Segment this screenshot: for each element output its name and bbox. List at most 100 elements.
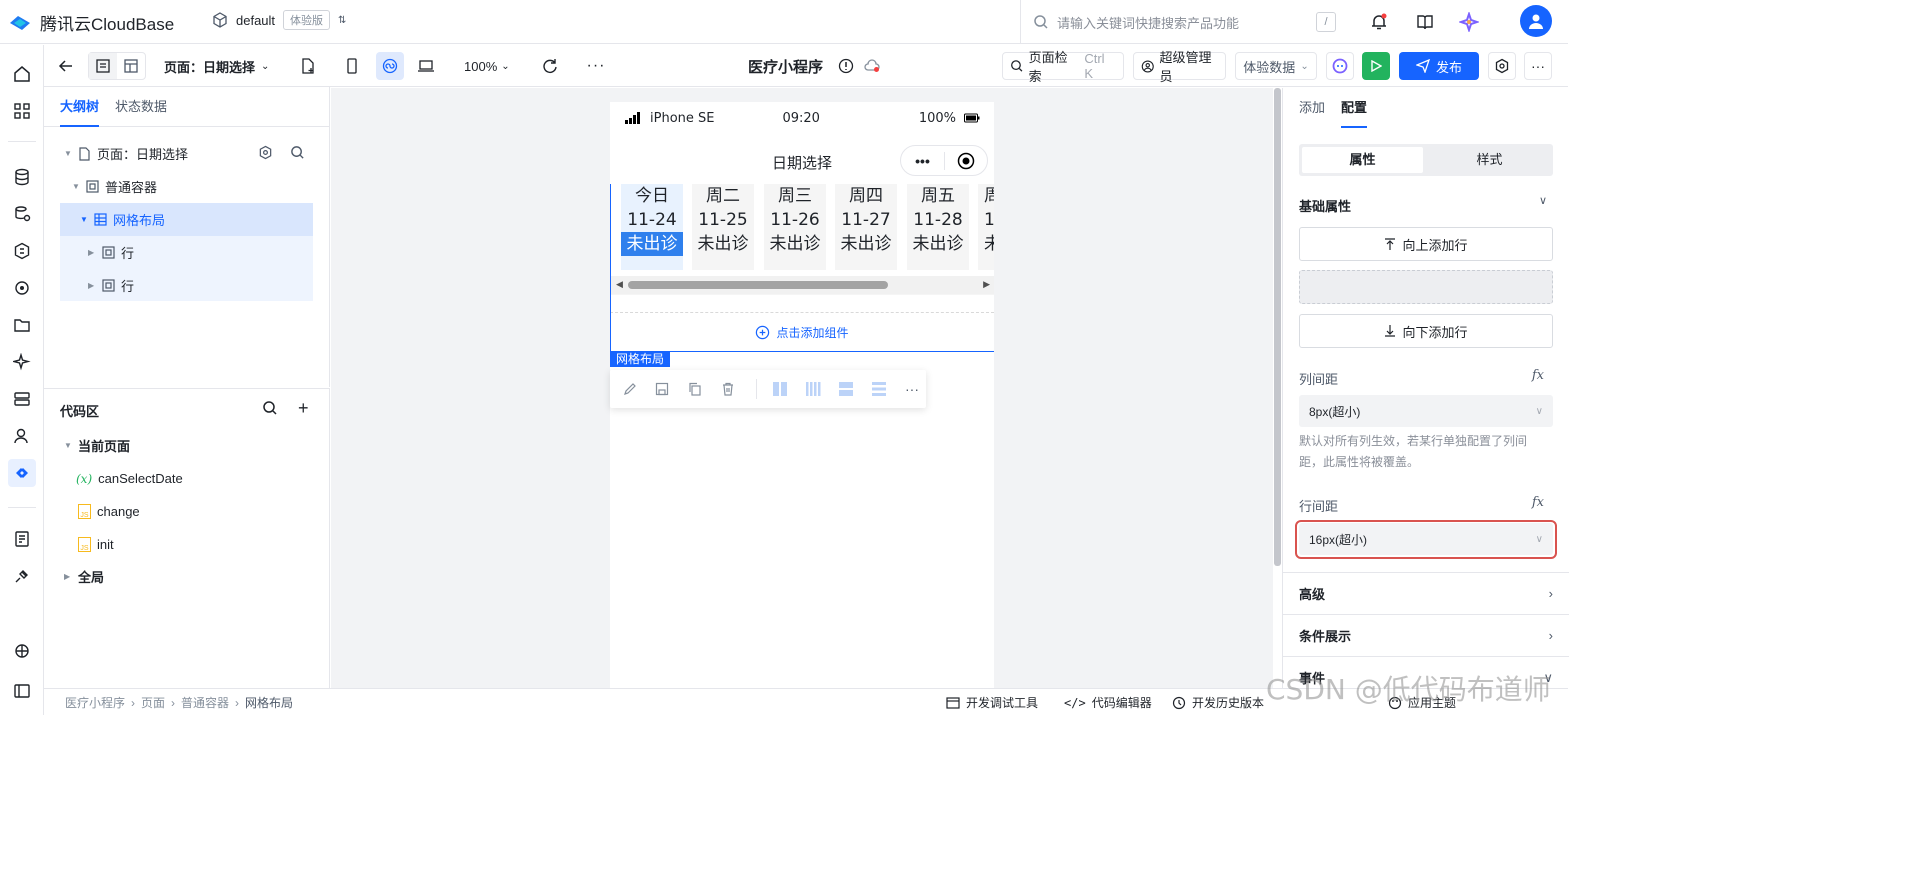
basic-props-title[interactable]: 基础属性 bbox=[1299, 196, 1351, 215]
settings-button[interactable] bbox=[1488, 52, 1516, 80]
edit-pencil-icon[interactable] bbox=[620, 379, 640, 399]
capsule-close-icon[interactable] bbox=[945, 152, 987, 170]
data-model-icon[interactable] bbox=[10, 202, 34, 226]
global-search[interactable]: 请输入关键词快捷搜索产品功能 / bbox=[1020, 0, 1346, 44]
advanced-section[interactable]: 高级 › bbox=[1283, 572, 1569, 614]
conditional-section[interactable]: 条件展示 › bbox=[1283, 614, 1569, 656]
add-row-below-button[interactable]: 向下添加行 bbox=[1299, 314, 1553, 348]
notification-bell-icon[interactable] bbox=[1368, 11, 1390, 33]
add-row-above-button[interactable]: 向上添加行 bbox=[1299, 227, 1553, 261]
zoom-select[interactable]: 100% ⌄ bbox=[464, 52, 510, 80]
workflow-icon[interactable] bbox=[10, 276, 34, 300]
segment-properties[interactable]: 属性 bbox=[1302, 147, 1423, 173]
canvas-scrollbar[interactable] bbox=[1274, 88, 1281, 566]
env-selector[interactable]: default 体验版 ⇅ bbox=[212, 10, 346, 30]
cloud-sync-icon[interactable] bbox=[862, 52, 882, 80]
chevron-down-icon[interactable]: ∨ bbox=[1539, 194, 1547, 207]
hosting-icon[interactable] bbox=[10, 387, 34, 411]
two-column-layout-icon[interactable] bbox=[770, 379, 790, 399]
fx-icon[interactable]: fx bbox=[1532, 495, 1544, 510]
breadcrumb-item[interactable]: 网格布局 bbox=[245, 694, 293, 711]
code-item[interactable]: (x) canSelectDate bbox=[76, 462, 183, 495]
lowcode-app-icon[interactable] bbox=[8, 459, 36, 487]
storage-folder-icon[interactable] bbox=[10, 313, 34, 337]
node-search-icon[interactable] bbox=[290, 145, 305, 163]
role-button[interactable]: 超级管理员 bbox=[1133, 50, 1226, 84]
database-icon[interactable] bbox=[10, 165, 34, 189]
more-icon[interactable]: ··· bbox=[586, 52, 606, 80]
dev-tools-button[interactable]: 开发调试工具 bbox=[946, 694, 1038, 711]
multi-row-layout-icon[interactable] bbox=[869, 379, 889, 399]
refresh-icon[interactable] bbox=[540, 52, 560, 80]
breadcrumb-item[interactable]: 页面 bbox=[141, 694, 165, 711]
tree-node-container[interactable]: ▼ 普通容器 bbox=[72, 170, 157, 203]
more-icon[interactable]: ··· bbox=[1524, 52, 1552, 80]
tab-config[interactable]: 配置 bbox=[1341, 88, 1368, 128]
date-cell[interactable]: 周 1 未 bbox=[978, 184, 994, 270]
tab-outline-tree[interactable]: 大纲树 bbox=[60, 87, 100, 127]
ai-assistant-button[interactable] bbox=[1326, 52, 1354, 80]
date-cell[interactable]: 今日 11-24 未出诊 bbox=[621, 184, 683, 270]
page-search-button[interactable]: 页面检索 Ctrl K bbox=[1002, 50, 1124, 84]
extension-icon[interactable] bbox=[10, 639, 34, 663]
breadcrumb-item[interactable]: 医疗小程序 bbox=[65, 694, 125, 711]
save-icon[interactable] bbox=[652, 379, 672, 399]
more-icon[interactable]: ··· bbox=[902, 379, 922, 399]
breadcrumb-item[interactable]: 普通容器 bbox=[181, 694, 229, 711]
publish-button[interactable]: 发布 bbox=[1399, 52, 1479, 80]
four-column-layout-icon[interactable] bbox=[803, 379, 823, 399]
history-button[interactable]: 开发历史版本 bbox=[1172, 694, 1264, 711]
tree-node-row[interactable]: ▶ 行 bbox=[88, 269, 134, 302]
node-settings-icon[interactable] bbox=[258, 145, 273, 163]
back-arrow-icon[interactable] bbox=[56, 52, 76, 80]
code-current-page[interactable]: ▼ 当前页面 bbox=[64, 429, 130, 462]
code-search-icon[interactable] bbox=[262, 400, 278, 419]
docs-book-icon[interactable] bbox=[1414, 11, 1436, 33]
scroll-right-icon[interactable]: ▶ bbox=[983, 279, 990, 290]
outline-view-icon[interactable] bbox=[89, 53, 117, 79]
home-icon[interactable] bbox=[10, 62, 34, 86]
plugin-icon[interactable] bbox=[10, 564, 34, 588]
horizontal-scrollbar[interactable]: ◀ ▶ bbox=[610, 276, 994, 294]
layout-view-icon[interactable] bbox=[117, 53, 145, 79]
logs-icon[interactable] bbox=[10, 527, 34, 551]
page-selector[interactable]: 页面：日期选择 ⌄ bbox=[164, 52, 269, 80]
cloud-function-icon[interactable] bbox=[10, 239, 34, 263]
code-item[interactable]: JS init bbox=[78, 528, 114, 561]
two-row-layout-icon[interactable] bbox=[836, 379, 856, 399]
brand-logo[interactable]: 腾讯云CloudBase bbox=[8, 10, 174, 35]
scrollbar-thumb[interactable] bbox=[628, 281, 888, 289]
code-global[interactable]: ▶ 全局 bbox=[64, 560, 104, 593]
ai-sparkle-icon[interactable] bbox=[10, 350, 34, 374]
capsule-more-icon[interactable]: ••• bbox=[901, 153, 944, 169]
miniprogram-device-icon[interactable] bbox=[376, 52, 404, 80]
segment-style[interactable]: 样式 bbox=[1429, 147, 1550, 173]
tree-node-grid-layout[interactable]: ▼ 网格布局 bbox=[60, 203, 313, 236]
collapse-sidebar-icon[interactable] bbox=[10, 679, 34, 703]
apps-grid-icon[interactable] bbox=[10, 99, 34, 123]
preview-button[interactable] bbox=[1362, 52, 1390, 80]
col-gap-select[interactable]: 8px(超小) ∨ bbox=[1299, 395, 1553, 427]
code-item[interactable]: JS change bbox=[78, 495, 140, 528]
user-avatar[interactable] bbox=[1520, 5, 1552, 37]
tree-node-row[interactable]: ▶ 行 bbox=[88, 236, 134, 269]
date-cell[interactable]: 周四 11-27 未出诊 bbox=[835, 184, 897, 270]
mobile-device-icon[interactable] bbox=[342, 52, 362, 80]
fx-icon[interactable]: fx bbox=[1532, 368, 1544, 383]
add-code-icon[interactable]: + bbox=[298, 398, 309, 419]
delete-trash-icon[interactable] bbox=[718, 379, 738, 399]
copy-icon[interactable] bbox=[685, 379, 705, 399]
add-component-area[interactable]: 点击添加组件 bbox=[610, 312, 994, 352]
code-editor-button[interactable]: </> 代码编辑器 bbox=[1064, 694, 1152, 711]
scroll-left-icon[interactable]: ◀ bbox=[616, 279, 623, 290]
data-mode-select[interactable]: 体验数据 ⌄ bbox=[1235, 52, 1317, 80]
date-cell[interactable]: 周三 11-26 未出诊 bbox=[764, 184, 826, 270]
new-page-icon[interactable] bbox=[298, 52, 318, 80]
info-icon[interactable] bbox=[836, 52, 856, 80]
tab-state-data[interactable]: 状态数据 bbox=[115, 87, 167, 127]
tree-node-page[interactable]: ▼ 页面：日期选择 bbox=[64, 137, 314, 170]
tab-add[interactable]: 添加 bbox=[1299, 88, 1325, 128]
row-gap-select[interactable]: 16px(超小) ∨ bbox=[1299, 523, 1553, 555]
user-manage-icon[interactable] bbox=[10, 424, 34, 448]
date-cell[interactable]: 周二 11-25 未出诊 bbox=[692, 184, 754, 270]
